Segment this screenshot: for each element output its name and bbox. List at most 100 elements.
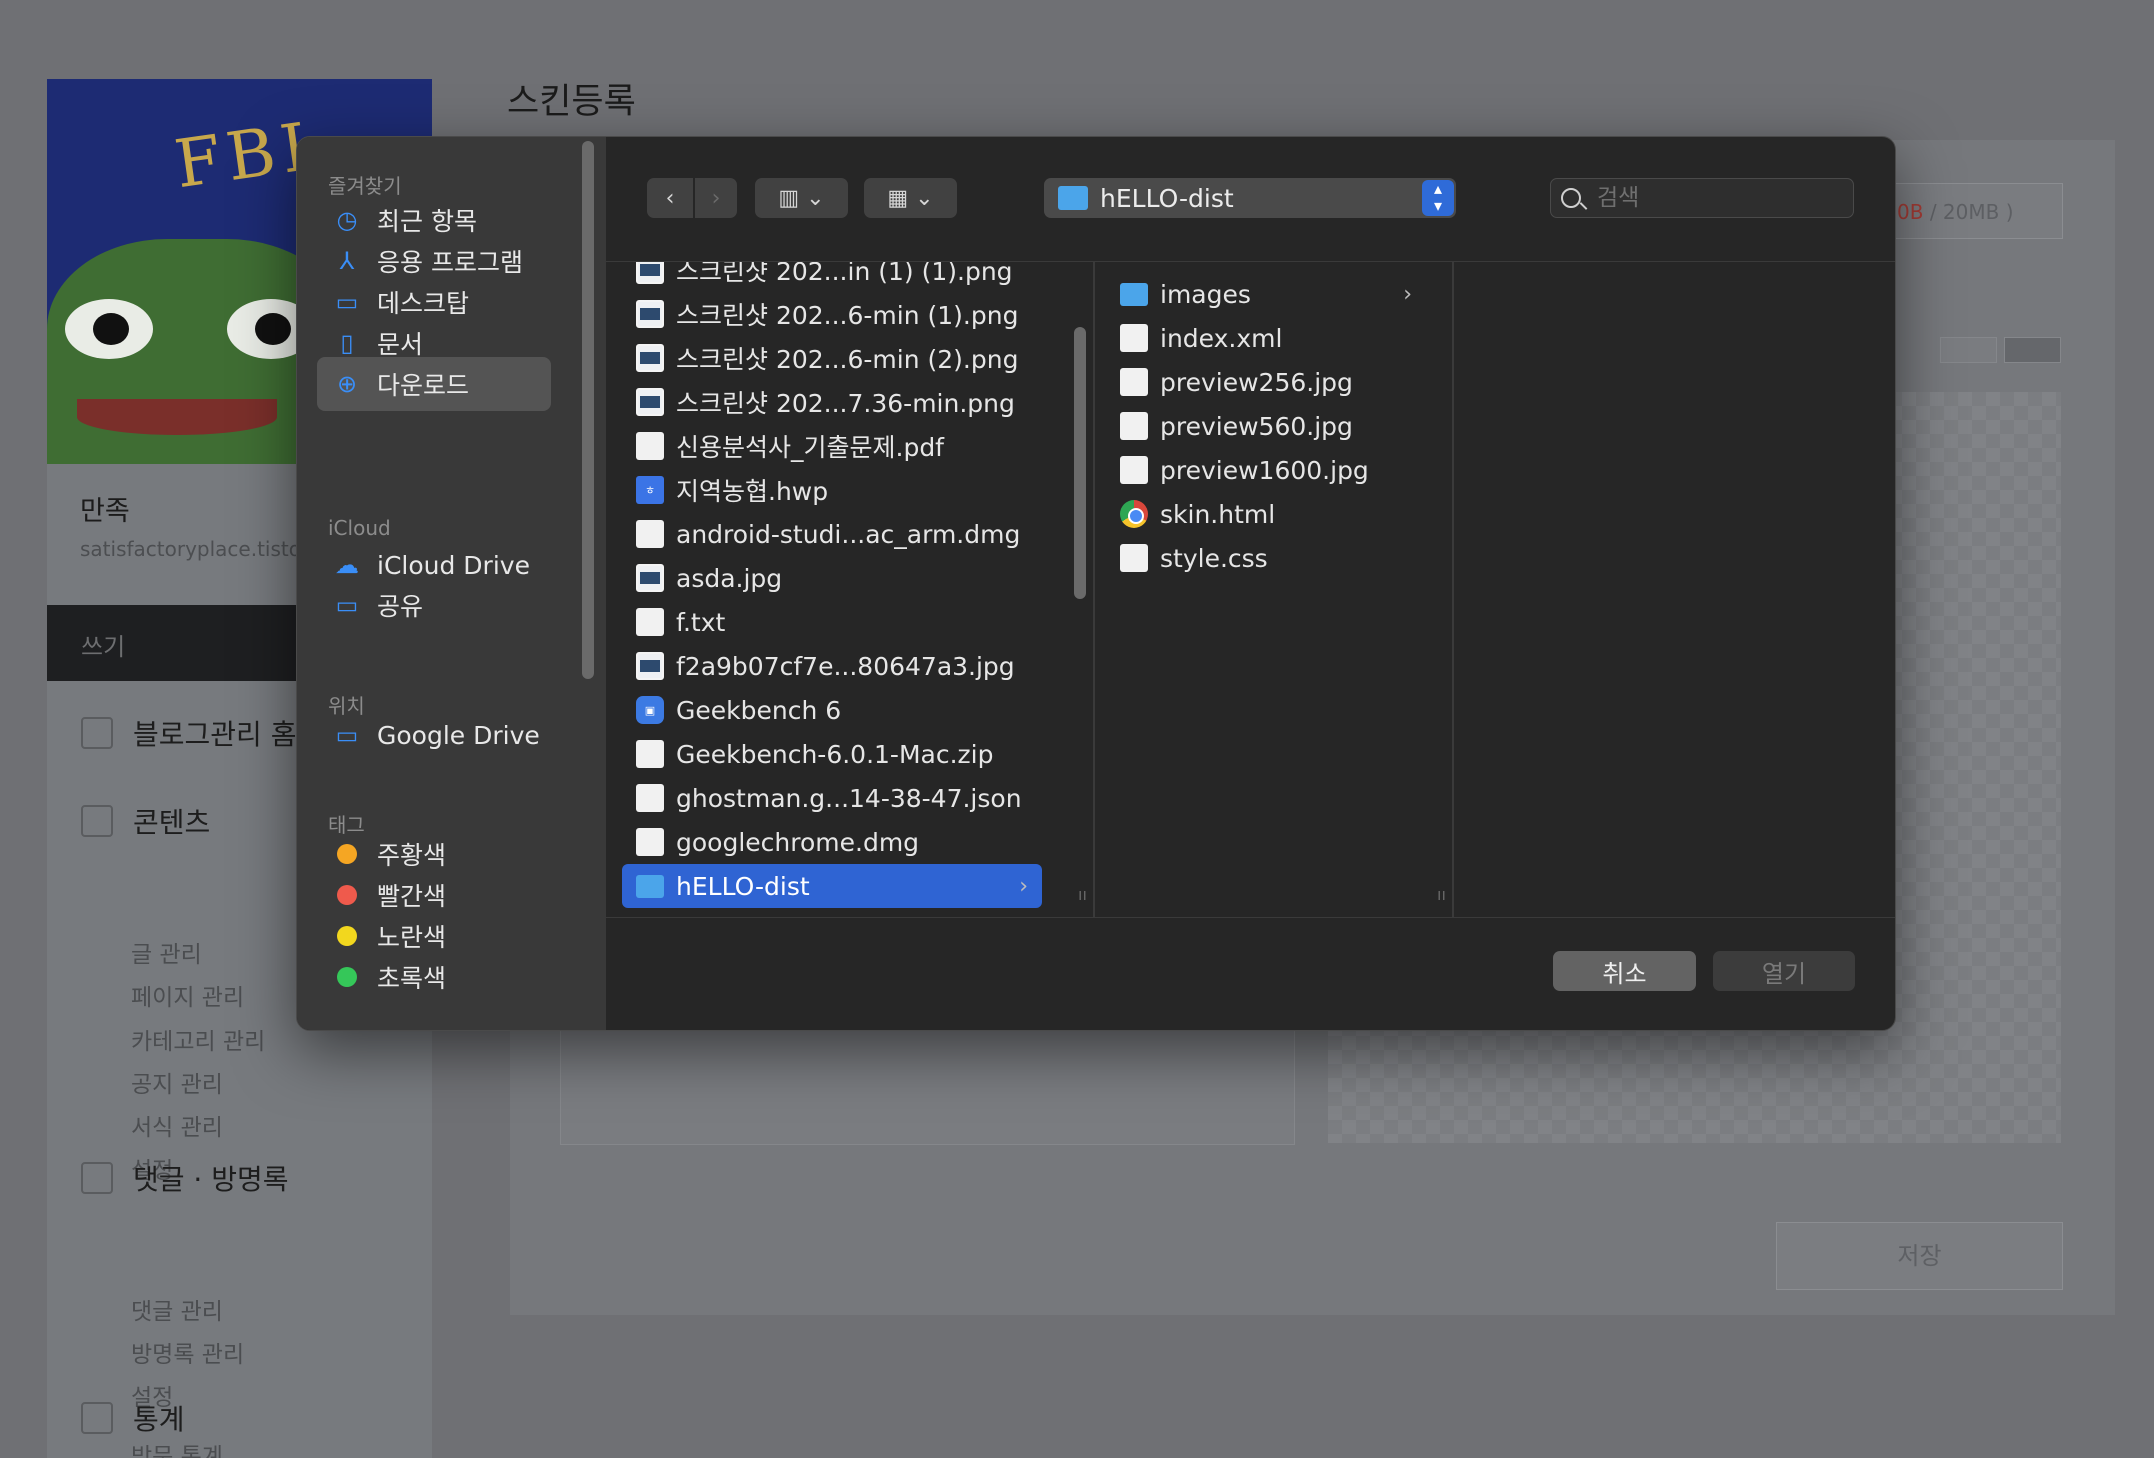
folder-icon (1058, 186, 1088, 210)
file-name: style.css (1160, 543, 1268, 573)
file-row[interactable]: skin.html (1106, 492, 1426, 536)
cancel-button[interactable]: 취소 (1553, 951, 1696, 991)
file-name: f2a9b07cf7e...80647a3.jpg (676, 651, 1015, 681)
file-name: 신용분석사_기출문제.pdf (676, 433, 944, 462)
menu-comment-manage[interactable]: 댓글 관리 (131, 1292, 223, 1326)
column-resize-handle[interactable]: ıı (1437, 885, 1446, 904)
document-file-icon (636, 828, 664, 856)
file-row[interactable]: 스크린샷 202...6-min (2).png (622, 336, 1042, 380)
path-label: hELLO-dist (1100, 183, 1234, 213)
document-icon: ▯ (340, 329, 354, 357)
file-name: preview1600.jpg (1160, 455, 1369, 485)
menu-blog-home[interactable]: 블로그관리 홈 (81, 713, 296, 753)
sidebar-item-favorite-4[interactable]: ⊕ 다운로드 (317, 357, 551, 411)
document-file-icon (1120, 456, 1148, 484)
file-row[interactable]: f2a9b07cf7e...80647a3.jpg (622, 644, 1042, 688)
sidebar-item-tag-3[interactable]: 초록색 (317, 950, 551, 1004)
tag-dot-icon (337, 885, 357, 905)
file-row[interactable]: style.css (1106, 536, 1426, 580)
menu-notice-manage[interactable]: 공지 관리 (131, 1065, 223, 1099)
view-toggle-dark[interactable] (2004, 337, 2061, 363)
menu-category-manage[interactable]: 카테고리 관리 (131, 1022, 265, 1056)
save-button[interactable]: 저장 (1776, 1222, 2063, 1290)
menu-visit-stats[interactable]: 방문 통계 (131, 1437, 223, 1458)
sidebar-item-label: 데스크탑 (377, 289, 470, 318)
path-selector[interactable]: hELLO-dist ▴ ▾ (1044, 178, 1456, 218)
menu-post-manage[interactable]: 글 관리 (131, 935, 202, 969)
menu-template-manage[interactable]: 서식 관리 (131, 1108, 223, 1142)
folder-icon (636, 874, 664, 898)
menu-comments[interactable]: 댓글 · 방명록 (81, 1158, 289, 1198)
file-row[interactable]: preview1600.jpg (1106, 448, 1426, 492)
sidebar-item-label: 빨간색 (377, 882, 447, 911)
file-name: 지역농협.hwp (676, 477, 829, 506)
file-row[interactable]: Geekbench-6.0.1-Mac.zip (622, 732, 1042, 776)
search-icon (1561, 188, 1581, 208)
download-icon: ⊕ (336, 370, 358, 398)
tag-dot-icon (337, 967, 357, 987)
chrome-icon (1120, 500, 1148, 528)
menu-page-manage[interactable]: 페이지 관리 (131, 978, 244, 1012)
folder-icon (1120, 282, 1148, 306)
document-file-icon (1120, 412, 1148, 440)
open-button[interactable]: 열기 (1713, 951, 1855, 991)
blog-url: satisfactoryplace.tisto (80, 537, 301, 561)
image-file-icon (636, 300, 664, 328)
file-row[interactable]: asda.jpg (622, 556, 1042, 600)
forward-button[interactable]: › (695, 178, 737, 218)
file-row[interactable]: preview560.jpg (1106, 404, 1426, 448)
document-file-icon (636, 520, 664, 548)
file-row[interactable]: ghostman.g...14-38-47.json (622, 776, 1042, 820)
file-row[interactable]: preview256.jpg (1106, 360, 1426, 404)
file-row[interactable]: f.txt (622, 600, 1042, 644)
menu-guestbook-manage[interactable]: 방명록 관리 (131, 1335, 244, 1369)
file-row[interactable]: 스크린샷 202...7.36-min.png (622, 380, 1042, 424)
folder-row[interactable]: images › (1106, 272, 1426, 316)
sidebar-item-label: 공유 (377, 592, 424, 621)
folder-icon: ▭ (335, 721, 359, 749)
document-file-icon (636, 784, 664, 812)
column-scrollbar[interactable] (1074, 327, 1086, 599)
file-row[interactable]: ▣ Geekbench 6 (622, 688, 1042, 732)
file-row[interactable]: 스크린샷 202...6-min (1).png (622, 292, 1042, 336)
applications-icon: ⅄ (339, 247, 355, 275)
file-open-dialog: 즐겨찾기 ◷ 최근 항목 ⅄ 응용 프로그램 ▭ 데스크탑 ▯ 문서 ⊕ 다운로드 iCloud … (296, 136, 1896, 1031)
view-columns-button[interactable]: ▥ ⌄ (755, 178, 848, 218)
view-gallery-button[interactable]: ▦ ⌄ (864, 178, 957, 218)
sidebar-scrollbar[interactable] (582, 141, 594, 679)
view-toggle-light[interactable] (1940, 337, 1997, 363)
folder-row[interactable]: hELLO-dist › (622, 864, 1042, 908)
section-icloud: iCloud (328, 516, 391, 540)
file-row[interactable]: 스크린샷 202...in (1) (1).png (622, 262, 1042, 292)
file-name: f.txt (676, 607, 726, 637)
sidebar-item-label: 다운로드 (377, 371, 470, 400)
menu-stats[interactable]: 통계 (81, 1398, 185, 1438)
file-row[interactable]: 신용분석사_기출문제.pdf (622, 424, 1042, 468)
blog-name: 만족 (80, 496, 130, 527)
dialog-sidebar: 즐겨찾기 ◷ 최근 항목 ⅄ 응용 프로그램 ▭ 데스크탑 ▯ 문서 ⊕ 다운로드 iCloud … (297, 137, 606, 1030)
storage-usage: 0B / 20MB ) (1890, 183, 2063, 239)
shared-folder-icon: ▭ (335, 591, 359, 619)
document-file-icon (1120, 324, 1148, 352)
page-title: 스킨등록 (507, 82, 636, 122)
file-name: Geekbench 6 (676, 695, 842, 725)
file-name: Geekbench-6.0.1-Mac.zip (676, 739, 994, 769)
file-row[interactable]: ㅎ 지역농협.hwp (622, 468, 1042, 512)
file-row[interactable]: googlechrome.dmg (622, 820, 1042, 864)
sidebar-item-location-0[interactable]: ▭ Google Drive (317, 708, 551, 762)
menu-contents[interactable]: 콘텐츠 (81, 801, 210, 841)
document-file-icon (636, 740, 664, 768)
sidebar-item-icloud-1[interactable]: ▭ 공유 (317, 578, 551, 632)
document-file-icon (636, 432, 664, 460)
document-file-icon (1120, 544, 1148, 572)
search-field[interactable] (1550, 178, 1854, 218)
file-name: 스크린샷 202...6-min (1).png (676, 301, 1019, 330)
file-name: googlechrome.dmg (676, 827, 920, 857)
back-button[interactable]: ‹ (647, 178, 693, 218)
file-name: index.xml (1160, 323, 1283, 353)
file-row[interactable]: index.xml (1106, 316, 1426, 360)
column-resize-handle[interactable]: ıı (1078, 885, 1087, 904)
search-input[interactable] (1597, 185, 1837, 211)
image-file-icon (636, 388, 664, 416)
file-row[interactable]: android-studi...ac_arm.dmg (622, 512, 1042, 556)
